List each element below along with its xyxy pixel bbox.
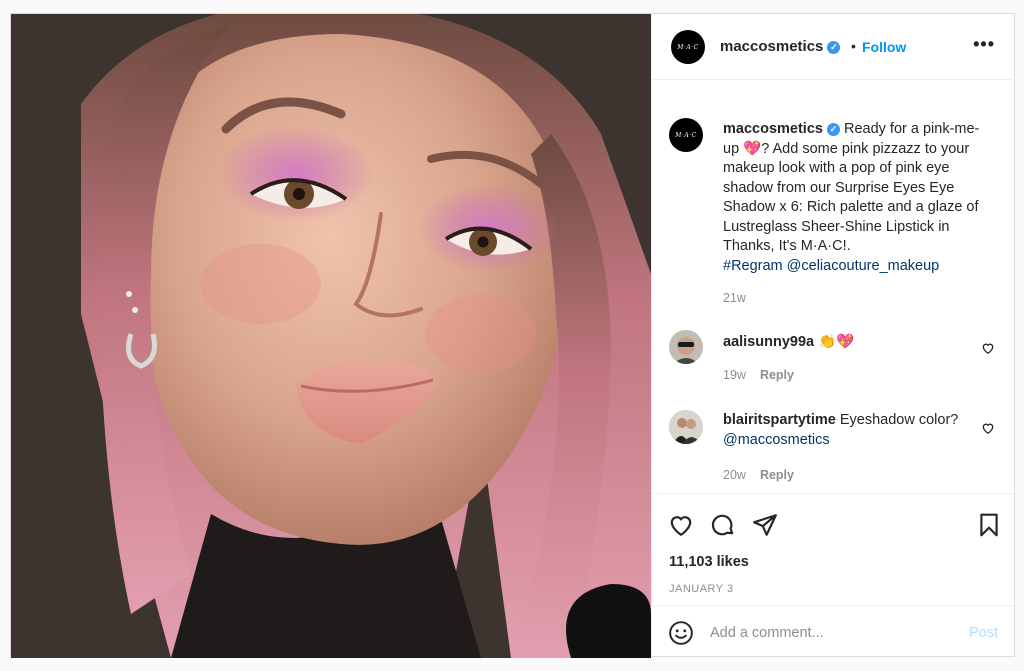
header-username[interactable]: maccosmetics ✓: [720, 38, 841, 55]
caption-text: Ready for a pink-me-up 💖? Add some pink …: [723, 121, 980, 254]
comment-text: Eyeshadow color?: [835, 412, 959, 428]
instagram-post: M·A·C maccosmetics ✓ • Follow ••• M·A·C m…: [10, 13, 1016, 658]
share-send-icon[interactable]: [752, 512, 778, 538]
post-comment-button[interactable]: Post: [969, 625, 998, 641]
reply-button[interactable]: Reply: [760, 368, 794, 382]
comment-meta: 19w Reply: [723, 368, 794, 382]
emoji-smiley-icon[interactable]: [668, 620, 694, 646]
post-photo[interactable]: [11, 14, 651, 658]
reply-button[interactable]: Reply: [760, 468, 794, 482]
comment-text: 👏💖: [814, 334, 855, 350]
comment-meta: 20w Reply: [723, 468, 794, 482]
follow-button[interactable]: Follow: [862, 39, 906, 55]
avatar[interactable]: M·A·C: [669, 118, 703, 152]
brand-logo: M·A·C: [675, 131, 697, 139]
post-header: M·A·C maccosmetics ✓ • Follow •••: [652, 14, 1015, 80]
comment-time[interactable]: 19w: [723, 368, 746, 382]
avatar-photo: [669, 330, 703, 364]
bookmark-icon[interactable]: [976, 512, 1002, 538]
like-heart-icon[interactable]: [668, 512, 694, 538]
comment-bubble-icon[interactable]: [710, 512, 736, 538]
portrait-illustration: [11, 14, 651, 658]
post-date[interactable]: JANUARY 3: [669, 583, 734, 595]
comment-body: aalisunny99a 👏💖: [723, 333, 983, 353]
like-comment-heart-icon[interactable]: [981, 341, 995, 355]
caption-time[interactable]: 21w: [723, 291, 746, 305]
avatar[interactable]: M·A·C: [671, 30, 705, 64]
comment-body: blairitspartytime Eyeshadow color? @macc…: [723, 411, 983, 450]
avatar[interactable]: [669, 410, 703, 444]
verified-badge-icon: ✓: [826, 122, 840, 136]
brand-logo: M·A·C: [677, 43, 699, 51]
comment-mention[interactable]: @maccosmetics: [723, 432, 830, 448]
verified-badge-icon: ✓: [827, 40, 841, 54]
caption-tags[interactable]: #Regram @celiacouture_makeup: [723, 258, 939, 274]
avatar-photo: [669, 410, 703, 444]
comment-username[interactable]: aalisunny99a: [723, 334, 814, 350]
caption-username[interactable]: maccosmetics: [723, 121, 823, 137]
post-side-panel: M·A·C maccosmetics ✓ • Follow ••• M·A·C m…: [651, 14, 1016, 658]
separator-dot: •: [851, 38, 856, 54]
comments-list[interactable]: M·A·C maccosmetics ✓ Ready for a pink-me-…: [652, 80, 1016, 493]
comment-username[interactable]: blairitspartytime: [723, 412, 836, 428]
caption-body: maccosmetics ✓ Ready for a pink-me-up 💖? …: [723, 120, 983, 276]
comment-input[interactable]: [710, 620, 940, 646]
like-comment-heart-icon[interactable]: [981, 421, 995, 435]
more-options-icon[interactable]: •••: [973, 34, 995, 55]
avatar[interactable]: [669, 330, 703, 364]
comment-time[interactable]: 20w: [723, 468, 746, 482]
header-username-text[interactable]: maccosmetics: [720, 38, 823, 55]
add-comment-bar: Post: [652, 605, 1016, 658]
likes-count[interactable]: 11,103 likes: [669, 554, 749, 570]
